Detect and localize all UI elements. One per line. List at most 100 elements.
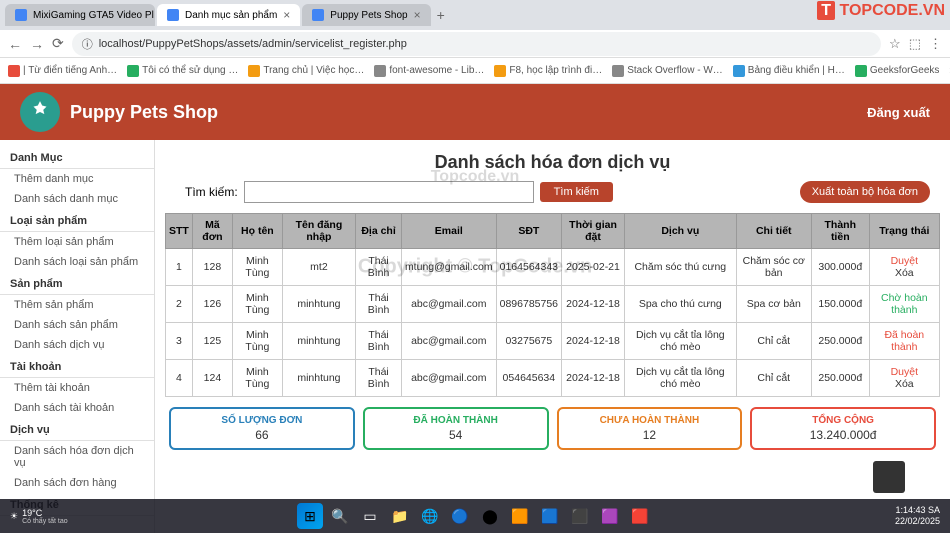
sidebar-heading: Danh Mục (0, 148, 154, 169)
app-icon[interactable]: ⬤ (477, 503, 503, 529)
status-cell: Đã hoàn thành (869, 323, 939, 360)
system-clock[interactable]: 1:14:43 SA22/02/2025 (895, 505, 940, 527)
new-tab-button[interactable]: + (437, 7, 445, 23)
column-header: Địa chỉ (356, 214, 402, 249)
info-icon: ⓘ (82, 36, 93, 52)
search-button[interactable]: Tìm kiếm (540, 182, 613, 202)
table-cell: 03275675 (496, 323, 561, 360)
app-icon[interactable]: 🟥 (627, 503, 653, 529)
bookmark-item[interactable]: F8, học lập trình đi… (494, 65, 602, 77)
pending-status: Chờ hoàn thành (873, 292, 936, 316)
table-cell: Chỉ cắt (736, 323, 811, 360)
table-cell: 150.000đ (811, 286, 869, 323)
sidebar-item[interactable]: Danh sách hóa đơn dịch vụ (0, 441, 154, 473)
taskview-icon[interactable]: ▭ (357, 503, 383, 529)
search-icon[interactable]: 🔍 (327, 503, 353, 529)
status-cell: DuyệtXóa (869, 249, 939, 286)
column-header: Trạng thái (869, 214, 939, 249)
table-cell: Minh Tùng (233, 286, 283, 323)
table-cell: abc@gmail.com (401, 360, 496, 397)
bookmark-item[interactable]: | Từ điển tiếng Anh… (8, 65, 117, 77)
bookmark-item[interactable]: Stack Overflow - W… (612, 65, 723, 77)
menu-icon[interactable]: ⋮ (929, 36, 942, 52)
column-header: Thành tiền (811, 214, 869, 249)
sidebar-item[interactable]: Thêm sản phẩm (0, 295, 154, 315)
weather-widget[interactable]: ☀ 19°CCó thấy tất tao (10, 508, 68, 525)
browser-tab[interactable]: Puppy Pets Shop× (302, 4, 430, 26)
table-row: 3125Minh TùngminhtungThái Bìnhabc@gmail.… (166, 323, 940, 360)
start-button[interactable]: ⊞ (297, 503, 323, 529)
table-cell: 2025-02-21 (562, 249, 625, 286)
sidebar-item[interactable]: Danh sách sản phẩm (0, 315, 154, 335)
search-input[interactable] (244, 181, 534, 203)
star-icon[interactable]: ☆ (889, 36, 901, 52)
edge-icon[interactable]: 🌐 (417, 503, 443, 529)
approve-link[interactable]: Duyệt (873, 255, 936, 267)
app-icon[interactable]: ⬛ (567, 503, 593, 529)
status-cell: Chờ hoàn thành (869, 286, 939, 323)
sidebar-item[interactable]: Danh sách danh mục (0, 189, 154, 209)
extensions-icon[interactable]: ⬚ (909, 36, 921, 52)
table-row: 2126Minh TùngminhtungThái Bìnhabc@gmail.… (166, 286, 940, 323)
sidebar-item[interactable]: Danh sách dịch vụ (0, 335, 154, 355)
browser-tab-active[interactable]: Danh mục sản phẩm× (157, 4, 300, 26)
brand-title: Puppy Pets Shop (70, 102, 218, 123)
windows-taskbar: ☀ 19°CCó thấy tất tao ⊞ 🔍 ▭ 📁 🌐 🔵 ⬤ 🟧 🟦 … (0, 499, 950, 533)
app-icon[interactable]: 🟦 (537, 503, 563, 529)
stat-label: TỔNG CỘNG (756, 415, 930, 426)
chrome-icon[interactable]: 🔵 (447, 503, 473, 529)
stat-box: SỐ LƯỢNG ĐƠN66 (169, 407, 355, 450)
sidebar-item[interactable]: Thêm tài khoản (0, 378, 154, 398)
sidebar-item[interactable]: Danh sách loại sản phẩm (0, 252, 154, 272)
column-header: Thời gian đặt (562, 214, 625, 249)
app-icon[interactable]: 🟧 (507, 503, 533, 529)
invoice-table: STTMã đơnHọ tênTên đăng nhậpĐịa chỉEmail… (165, 213, 940, 397)
table-cell: 2024-12-18 (562, 323, 625, 360)
delete-link[interactable]: Xóa (873, 267, 936, 279)
back-icon[interactable]: ← (8, 36, 22, 52)
column-header: Tên đăng nhập (282, 214, 355, 249)
sidebar-item[interactable]: Thêm loại sản phẩm (0, 232, 154, 252)
close-icon[interactable]: × (283, 8, 290, 22)
app-icon[interactable]: 🟪 (597, 503, 623, 529)
table-cell: 2024-12-18 (562, 286, 625, 323)
browser-tabs-bar: MixiGaming GTA5 Video Pl× Danh mục sản p… (0, 0, 950, 30)
explorer-icon[interactable]: 📁 (387, 503, 413, 529)
sidebar-heading: Dịch vụ (0, 420, 154, 441)
table-cell: Spa cho thú cưng (625, 286, 737, 323)
table-cell: Thái Bình (356, 249, 402, 286)
close-icon[interactable]: × (414, 8, 421, 22)
table-cell: Thái Bình (356, 360, 402, 397)
bookmark-item[interactable]: GeeksforGeeks (855, 65, 939, 77)
search-row: Tìm kiếm: Tìm kiếm Xuất toàn bộ hóa đơn (165, 181, 940, 203)
bookmark-item[interactable]: Trang chủ | Việc học… (248, 65, 364, 77)
bookmark-item[interactable]: Bảng điều khiển | H… (733, 65, 845, 77)
sidebar-item[interactable]: Danh sách tài khoản (0, 398, 154, 418)
bookmark-item[interactable]: Tôi có thể sử dụng … (127, 65, 238, 77)
export-button[interactable]: Xuất toàn bộ hóa đơn (800, 181, 930, 203)
sidebar-item[interactable]: Thêm danh mục (0, 169, 154, 189)
logout-link[interactable]: Đăng xuất (867, 105, 930, 120)
approve-link[interactable]: Duyệt (873, 366, 936, 378)
sidebar-item[interactable]: Danh sách đơn hàng (0, 473, 154, 493)
main-area: Danh MụcThêm danh mụcDanh sách danh mụcL… (0, 140, 950, 533)
search-label: Tìm kiếm: (165, 185, 238, 199)
delete-link[interactable]: Xóa (873, 378, 936, 390)
table-cell: minhtung (282, 323, 355, 360)
stat-box: TỔNG CỘNG13.240.000đ (750, 407, 936, 450)
table-cell: minhtung (282, 286, 355, 323)
forward-icon[interactable]: → (30, 36, 44, 52)
browser-tab[interactable]: MixiGaming GTA5 Video Pl× (5, 4, 155, 26)
table-cell: Chăm sóc thú cưng (625, 249, 737, 286)
table-row: 1128Minh Tùngmt2Thái Bìnhmtung@gmail.com… (166, 249, 940, 286)
watermark-logo: T TOPCODE.VN (817, 2, 945, 20)
reload-icon[interactable]: ⟳ (52, 35, 64, 52)
column-header: Email (401, 214, 496, 249)
url-input[interactable]: ⓘlocalhost/PuppyPetShops/assets/admin/se… (72, 32, 881, 56)
page-title: Danh sách hóa đơn dịch vụ (165, 152, 940, 173)
table-cell: mt2 (282, 249, 355, 286)
table-cell: 250.000đ (811, 360, 869, 397)
stat-label: CHƯA HOÀN THÀNH (563, 415, 737, 426)
table-cell: Thái Bình (356, 286, 402, 323)
bookmark-item[interactable]: font-awesome - Lib… (374, 65, 484, 77)
